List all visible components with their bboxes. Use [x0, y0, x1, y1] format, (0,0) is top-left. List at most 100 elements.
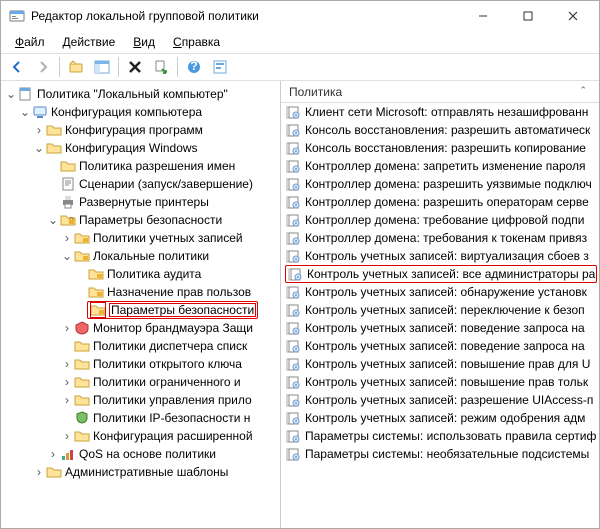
tree-label: Локальные политики: [93, 249, 209, 263]
menu-view[interactable]: Вид: [125, 33, 163, 51]
lock-folder-icon: [88, 266, 104, 282]
tree-node-security-options[interactable]: · Параметры безопасности: [1, 301, 280, 319]
policy-item-icon: [285, 302, 301, 318]
expand-icon[interactable]: ›: [33, 465, 45, 479]
list-item[interactable]: Контроллер домена: разрешить операторам …: [281, 193, 599, 211]
list-item-label: Параметры системы: использовать правила …: [305, 429, 596, 443]
tree-root[interactable]: ⌄ Политика "Локальный компьютер": [1, 85, 280, 103]
expand-icon[interactable]: ›: [47, 447, 59, 461]
toolbar-separator: [59, 57, 60, 77]
tree-node-audit[interactable]: · Политика аудита: [1, 265, 280, 283]
expand-icon[interactable]: ›: [61, 375, 73, 389]
lock-folder-icon: [74, 248, 90, 264]
list-pane[interactable]: Политика ⌃ Клиент сети Microsoft: отправ…: [281, 81, 599, 528]
tree-node-software-restrict[interactable]: › Политики ограниченного и: [1, 373, 280, 391]
list-item[interactable]: Консоль восстановления: разрешить копиро…: [281, 139, 599, 157]
tree-node-scripts[interactable]: · Сценарии (запуск/завершение): [1, 175, 280, 193]
policy-item-icon: [285, 176, 301, 192]
expand-icon[interactable]: ›: [33, 123, 45, 137]
back-button[interactable]: [5, 55, 29, 79]
policy-item-icon: [285, 356, 301, 372]
forward-button[interactable]: [31, 55, 55, 79]
sort-indicator-icon: ⌃: [579, 85, 587, 96]
help-button[interactable]: ?: [182, 55, 206, 79]
list-item-label: Контроль учетных записей: поведение запр…: [305, 339, 585, 353]
list-item[interactable]: Параметры системы: необязательные подсис…: [281, 445, 599, 463]
tree-node-admin-templates[interactable]: › Административные шаблоны: [1, 463, 280, 481]
expand-icon[interactable]: ›: [61, 321, 73, 335]
expand-icon[interactable]: ⌄: [61, 249, 73, 263]
lock-folder-icon: [60, 212, 76, 228]
expand-icon[interactable]: ⌄: [47, 213, 59, 227]
list-item[interactable]: Контроллер домена: требование цифровой п…: [281, 211, 599, 229]
content-area: ⌄ Политика "Локальный компьютер" ⌄ Конфи…: [1, 81, 599, 528]
list-item[interactable]: Контроллер домена: запретить изменение п…: [281, 157, 599, 175]
list-item[interactable]: Контроль учетных записей: все администра…: [281, 265, 599, 283]
tree-node-software-settings[interactable]: › Конфигурация программ: [1, 121, 280, 139]
column-header-policy[interactable]: Политика ⌃: [281, 81, 599, 103]
list-item[interactable]: Контроль учетных записей: режим одобрени…: [281, 409, 599, 427]
expand-icon[interactable]: ⌄: [5, 87, 17, 101]
tree-label: Административные шаблоны: [65, 465, 228, 479]
folder-icon: [46, 122, 62, 138]
list-item[interactable]: Контроль учетных записей: разрешение UIA…: [281, 391, 599, 409]
menu-action[interactable]: Действие: [55, 33, 124, 51]
tree-node-firewall[interactable]: › Монитор брандмауэра Защи: [1, 319, 280, 337]
expand-icon[interactable]: ›: [61, 429, 73, 443]
tree-label: Конфигурация компьютера: [51, 105, 202, 119]
expand-icon[interactable]: ⌄: [33, 141, 45, 155]
list-item[interactable]: Контроллер домена: требования к токенам …: [281, 229, 599, 247]
tree-node-adv-audit[interactable]: › Конфигурация расширенной: [1, 427, 280, 445]
list-item[interactable]: Контроль учетных записей: переключение к…: [281, 301, 599, 319]
tree-node-public-key[interactable]: › Политики открытого ключа: [1, 355, 280, 373]
list-item[interactable]: Контроль учетных записей: повышение прав…: [281, 373, 599, 391]
expand-icon[interactable]: ›: [61, 357, 73, 371]
list-item-label: Контроль учетных записей: поведение запр…: [305, 321, 585, 335]
tree-node-app-control[interactable]: › Политики управления прило: [1, 391, 280, 409]
tree-node-security-settings[interactable]: ⌄ Параметры безопасности: [1, 211, 280, 229]
folder-icon: [60, 158, 76, 174]
list-item[interactable]: Контроллер домена: разрешить уязвимые по…: [281, 175, 599, 193]
delete-button[interactable]: [123, 55, 147, 79]
list-item-label: Контроллер домена: запретить изменение п…: [305, 159, 586, 173]
maximize-button[interactable]: [505, 2, 550, 30]
tree-node-printers[interactable]: · Развернутые принтеры: [1, 193, 280, 211]
list-item[interactable]: Консоль восстановления: разрешить автома…: [281, 121, 599, 139]
tree-label: Политики ограниченного и: [93, 375, 241, 389]
expand-icon[interactable]: ⌄: [19, 105, 31, 119]
list-item[interactable]: Контроль учетных записей: поведение запр…: [281, 337, 599, 355]
menu-file[interactable]: Файл: [7, 33, 53, 51]
tree-pane[interactable]: ⌄ Политика "Локальный компьютер" ⌄ Конфи…: [1, 81, 281, 528]
list-item[interactable]: Клиент сети Microsoft: отправлять незаши…: [281, 103, 599, 121]
tree-node-local-policies[interactable]: ⌄ Локальные политики: [1, 247, 280, 265]
up-button[interactable]: [64, 55, 88, 79]
list-item-label: Контроль учетных записей: обнаружение ус…: [305, 285, 587, 299]
tree-node-name-res[interactable]: · Политика разрешения имен: [1, 157, 280, 175]
menu-help[interactable]: Справка: [165, 33, 228, 51]
list-item-label: Контроль учетных записей: разрешение UIA…: [305, 393, 593, 407]
tree-node-account-policies[interactable]: › Политики учетных записей: [1, 229, 280, 247]
list-item[interactable]: Контроль учетных записей: обнаружение ус…: [281, 283, 599, 301]
close-button[interactable]: [550, 2, 595, 30]
folder-icon: [74, 392, 90, 408]
tree-node-windows-config[interactable]: ⌄ Конфигурация Windows: [1, 139, 280, 157]
list-item[interactable]: Параметры системы: использовать правила …: [281, 427, 599, 445]
folder-icon: [46, 140, 62, 156]
policy-item-icon: [285, 374, 301, 390]
list-item[interactable]: Контроль учетных записей: повышение прав…: [281, 355, 599, 373]
list-item-label: Контроль учетных записей: повышение прав…: [305, 375, 588, 389]
tree-node-qos[interactable]: › QoS на основе политики: [1, 445, 280, 463]
list-item[interactable]: Контроль учетных записей: виртуализация …: [281, 247, 599, 265]
tree-node-nlm[interactable]: · Политики диспетчера списк: [1, 337, 280, 355]
show-hide-tree-button[interactable]: [90, 55, 114, 79]
filter-button[interactable]: [208, 55, 232, 79]
list-item[interactable]: Контроль учетных записей: поведение запр…: [281, 319, 599, 337]
tree-label: Параметры безопасности: [79, 213, 222, 227]
tree-node-computer-config[interactable]: ⌄ Конфигурация компьютера: [1, 103, 280, 121]
expand-icon[interactable]: ›: [61, 231, 73, 245]
minimize-button[interactable]: [460, 2, 505, 30]
tree-node-user-rights[interactable]: · Назначение прав пользов: [1, 283, 280, 301]
export-button[interactable]: [149, 55, 173, 79]
tree-node-ipsec[interactable]: · Политики IP-безопасности н: [1, 409, 280, 427]
expand-icon[interactable]: ›: [61, 393, 73, 407]
